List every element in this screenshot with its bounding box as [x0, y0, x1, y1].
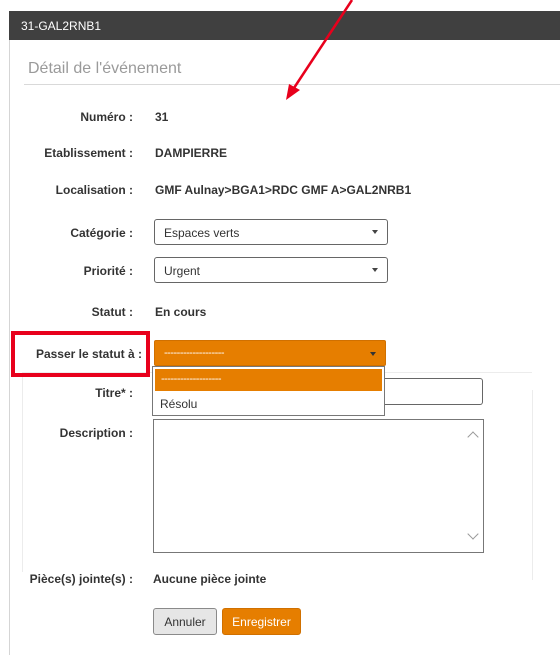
passer-statut-select[interactable]: ------------------- [154, 340, 386, 366]
localisation-value: GMF Aulnay>BGA1>RDC GMF A>GAL2NRB1 [155, 183, 412, 197]
cancel-button[interactable]: Annuler [153, 608, 217, 635]
etablissement-value: DAMPIERRE [155, 146, 228, 160]
section-title: Détail de l'événement [28, 60, 182, 77]
numero-value: 31 [155, 110, 169, 124]
form-panel-border [22, 372, 23, 572]
priorite-selected-value: Urgent [164, 264, 201, 278]
section-divider [24, 84, 560, 85]
chevron-down-icon [372, 230, 378, 234]
statut-value: En cours [155, 305, 207, 319]
titre-label: Titre* : [95, 386, 133, 400]
localisation-label: Localisation : [55, 183, 133, 197]
save-button[interactable]: Enregistrer [222, 608, 301, 635]
dropdown-option-placeholder[interactable]: ------------------- [155, 369, 382, 391]
window-title-bar: 31-GAL2RNB1 [9, 11, 560, 40]
window-title: 31-GAL2RNB1 [21, 19, 102, 33]
statut-label: Statut : [91, 305, 133, 319]
numero-label: Numéro : [80, 110, 133, 124]
chevron-down-icon [370, 352, 376, 356]
priorite-label: Priorité : [83, 264, 133, 278]
pieces-jointes-label: Pièce(s) jointe(s) : [29, 572, 133, 586]
categorie-label: Catégorie : [70, 226, 133, 240]
scroll-up-icon[interactable] [467, 431, 479, 443]
description-label: Description : [59, 426, 133, 440]
annotation-highlight-box [11, 331, 150, 377]
dropdown-option-resolu[interactable]: Résolu [160, 397, 197, 411]
passer-statut-dropdown-list: ------------------- Résolu [152, 366, 385, 416]
categorie-select[interactable]: Espaces verts [154, 219, 388, 245]
etablissement-label: Etablissement : [44, 146, 133, 160]
description-textarea[interactable] [153, 419, 484, 553]
chevron-down-icon [372, 268, 378, 272]
scroll-down-icon[interactable] [467, 528, 479, 540]
priorite-select[interactable]: Urgent [154, 257, 388, 283]
passer-statut-selected-value: ------------------- [164, 347, 225, 359]
pieces-jointes-value: Aucune pièce jointe [153, 572, 267, 586]
titre-input[interactable] [384, 378, 483, 405]
form-panel-border [532, 390, 533, 580]
categorie-selected-value: Espaces verts [164, 226, 240, 240]
